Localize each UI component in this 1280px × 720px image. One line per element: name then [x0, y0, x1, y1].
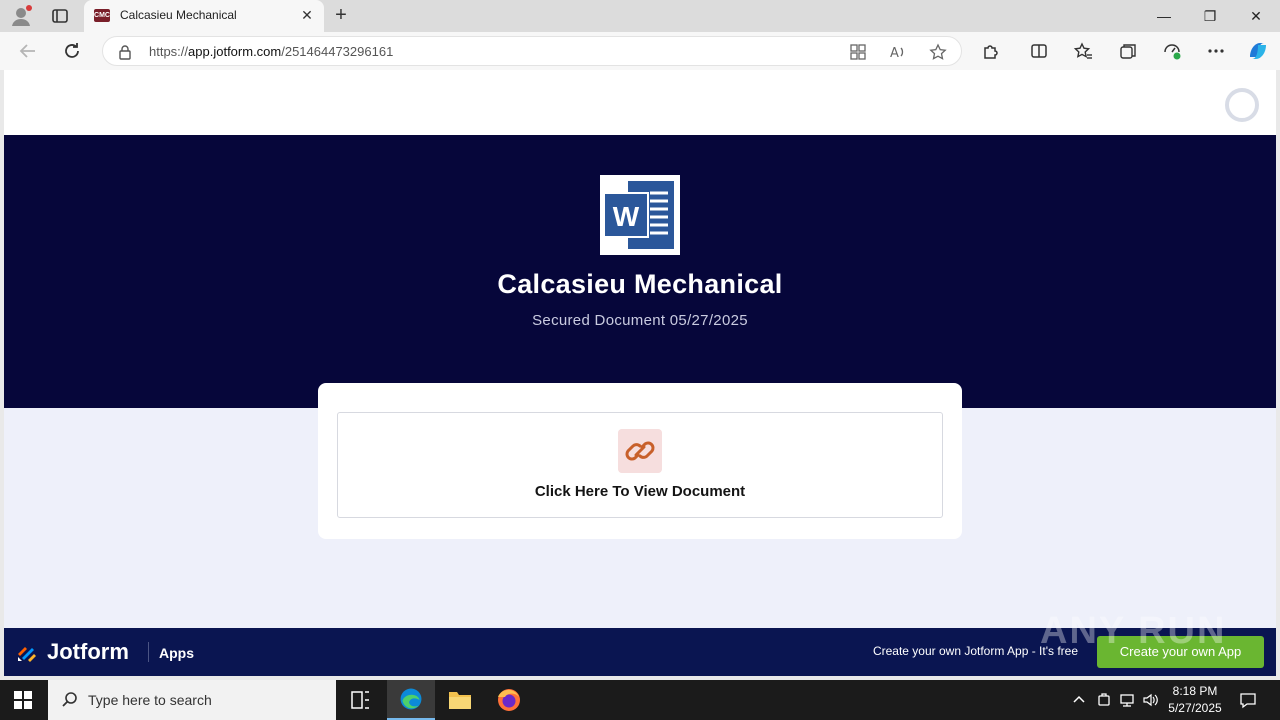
link-icon [618, 429, 662, 473]
copilot-icon[interactable] [1246, 39, 1270, 63]
favorite-icon[interactable] [929, 43, 947, 61]
apps-icon[interactable] [849, 43, 867, 61]
restore-icon[interactable]: ❐ [1188, 0, 1232, 32]
hero-banner: W Calcasieu Mechanical Secured Document … [4, 135, 1276, 408]
page-header [4, 70, 1276, 135]
browser-tab-bar: CMC Calcasieu Mechanical ✕ + — ❐ ✕ [0, 0, 1280, 32]
plus-icon[interactable]: + [330, 4, 352, 26]
file-explorer-icon[interactable] [436, 680, 484, 720]
address-bar-row: https://app.jotform.com/251464473296161 … [0, 32, 1280, 70]
view-document-button[interactable]: Click Here To View Document [337, 412, 943, 518]
firefox-icon[interactable] [485, 680, 533, 720]
favorites-icon[interactable] [1073, 41, 1093, 61]
security-icon[interactable] [1096, 692, 1112, 708]
spinner-icon [1225, 88, 1259, 122]
split-screen-icon[interactable] [1029, 41, 1049, 61]
windows-start-icon[interactable] [14, 691, 32, 709]
clock-date: 5/27/2025 [1168, 701, 1222, 715]
view-document-label: Click Here To View Document [534, 483, 746, 500]
back-icon[interactable] [17, 40, 39, 62]
clock-time: 8:18 PM [1172, 684, 1218, 698]
apps-label: Apps [159, 645, 194, 661]
system-clock[interactable]: 8:18 PM 5/27/2025 [1162, 683, 1228, 717]
read-aloud-icon[interactable]: A [889, 43, 907, 61]
notification-icon[interactable] [1239, 691, 1257, 709]
anyrun-watermark: ANY RUN [1040, 610, 1227, 652]
volume-icon[interactable] [1142, 692, 1158, 708]
collections-icon[interactable] [1118, 41, 1138, 61]
svg-text:W: W [613, 201, 640, 232]
close-icon[interactable]: ✕ [300, 8, 314, 22]
search-placeholder: Type here to search [88, 692, 212, 708]
svg-text:A: A [890, 46, 899, 61]
jotform-brand[interactable]: Jotform [47, 639, 129, 665]
word-document-icon: W [600, 175, 680, 255]
page-subtitle: Secured Document 05/27/2025 [532, 312, 748, 329]
profile-icon[interactable] [10, 5, 32, 27]
taskbar-search[interactable]: Type here to search [48, 680, 336, 720]
url-text[interactable]: https://app.jotform.com/251464473296161 [149, 44, 393, 59]
performance-icon[interactable] [1162, 41, 1182, 61]
url-bar[interactable]: https://app.jotform.com/251464473296161 … [102, 36, 962, 66]
edge-icon[interactable] [387, 680, 435, 720]
chevron-up-icon[interactable] [1071, 692, 1087, 708]
close-window-icon[interactable]: ✕ [1234, 0, 1278, 32]
tab-favicon: CMC [94, 9, 110, 22]
active-tab[interactable]: CMC Calcasieu Mechanical ✕ [84, 0, 324, 32]
tab-title: Calcasieu Mechanical [120, 8, 237, 22]
tab-actions-icon[interactable] [50, 6, 70, 26]
refresh-icon[interactable] [61, 40, 83, 62]
extensions-icon[interactable] [981, 41, 1001, 61]
task-view-icon[interactable] [336, 680, 384, 720]
jotform-logo-icon[interactable] [16, 641, 38, 663]
page-title: Calcasieu Mechanical [497, 269, 783, 299]
network-icon[interactable] [1119, 692, 1135, 708]
document-card: Click Here To View Document [318, 383, 962, 539]
footer-divider [148, 642, 149, 662]
search-icon [62, 692, 77, 707]
windows-taskbar: Type here to search 8:18 PM 5/27/2025 [0, 680, 1280, 720]
more-icon[interactable] [1206, 41, 1226, 61]
web-page: W Calcasieu Mechanical Secured Document … [4, 70, 1276, 676]
minimize-icon[interactable]: — [1142, 0, 1186, 32]
lock-icon[interactable] [117, 44, 133, 60]
